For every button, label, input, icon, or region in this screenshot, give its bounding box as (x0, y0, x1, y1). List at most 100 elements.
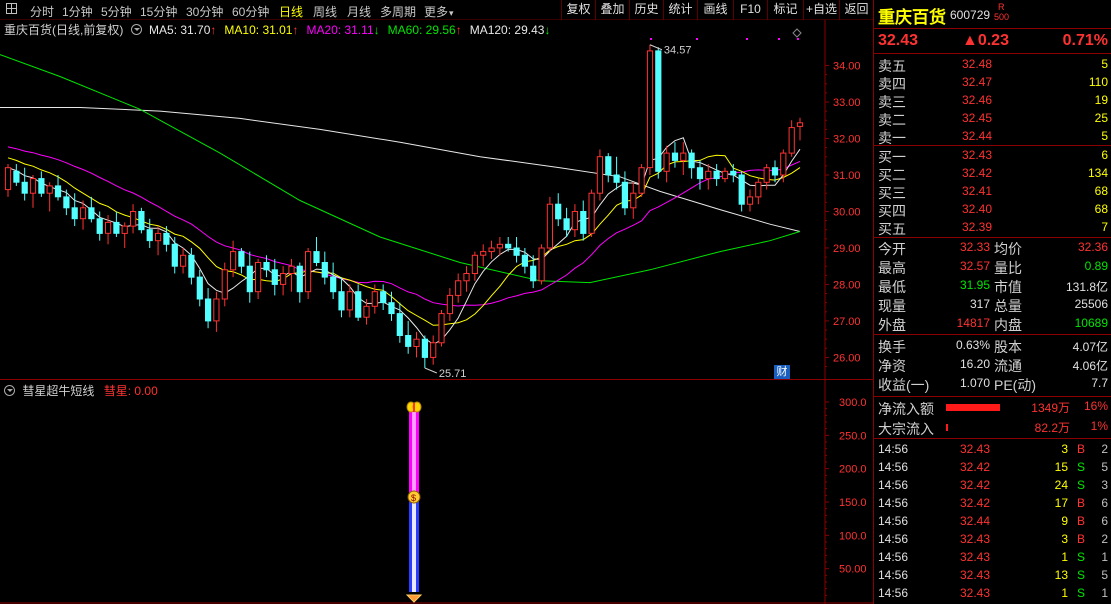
candle-body (330, 276, 337, 293)
candle (546, 196, 553, 252)
candle-body (180, 254, 187, 267)
period-tab-daily[interactable]: 日线 (279, 3, 303, 20)
ma-legend-ma60: MA60: 29.56↑ (387, 23, 462, 37)
candle-body (171, 243, 178, 267)
candle-body (621, 181, 628, 209)
order-book-sell-row: 卖一 32.44 5 (874, 128, 1111, 146)
candle-body (121, 225, 128, 234)
index-badge-bottom: 500 (994, 12, 1010, 22)
candle-body (780, 152, 787, 176)
adjust-button[interactable]: 复权 (561, 0, 595, 20)
ma-name: MA10 (224, 23, 256, 37)
f10-button[interactable]: F10 (733, 0, 767, 20)
order-book-volume: 5 (1101, 57, 1108, 71)
price-change: ▲0.23 (962, 32, 1009, 49)
stat-value: 25506 (1074, 297, 1108, 311)
indicator-chart[interactable]: 300.0 250.0 200.0 150.0 100.0 50.00 $ (0, 380, 873, 604)
tick-row: 14:56 32.44 9 B 6 (874, 513, 1111, 531)
block-inflow-value: 82.2万 (1034, 421, 1070, 435)
ma-value: 31.11 (344, 23, 374, 37)
tick-row: 14:56 32.43 1 S 1 (874, 585, 1111, 603)
y-tick-label: 29.00 (833, 243, 861, 255)
stat-label: 流通 (994, 358, 1022, 374)
candle-body (430, 342, 437, 358)
candle-body (155, 232, 162, 242)
ma-value: 31.70 (180, 23, 211, 37)
period-tab-5min[interactable]: 5分钟 (101, 3, 132, 20)
candle-body (263, 262, 270, 271)
indicator-dropdown-icon[interactable] (4, 385, 15, 396)
tick-side: B (1076, 496, 1085, 510)
ma-name: MA60 (387, 23, 419, 37)
candle-body (563, 218, 570, 231)
period-tab-multi[interactable]: 多周期 (380, 3, 416, 20)
candle-body (446, 294, 453, 315)
ma-arrow: ↑ (210, 23, 217, 37)
net-inflow-row: 净流入额 1349万 16% (874, 399, 1111, 417)
event-marker (696, 38, 698, 40)
ma-arrow: ↓ (373, 23, 380, 37)
stat-row: 净资 16.20 流通 4.06亿 (874, 356, 1111, 375)
history-button[interactable]: 历史 (629, 0, 663, 20)
draw-line-button[interactable]: 画线 (697, 0, 733, 20)
candle-body (96, 218, 103, 234)
butterfly-icon (406, 401, 422, 413)
tick-time: 14:56 (878, 550, 909, 564)
mark-button[interactable]: 标记 (767, 0, 803, 20)
candle-body (238, 251, 245, 267)
layout-grid-icon[interactable] (6, 3, 17, 14)
tick-volume: 3 (1061, 532, 1068, 546)
candlestick-chart[interactable]: 34.00 33.00 32.00 31.00 30.00 29.00 28.00 27.00… (0, 20, 873, 380)
stat-row: 外盘 14817 内盘 10689 (874, 315, 1111, 334)
ma-legend-ma20: MA20: 31.11↓ (306, 23, 380, 37)
stat-value: 16.20 (959, 357, 990, 371)
candle-body (4, 167, 12, 191)
candle-body (796, 122, 804, 127)
period-tab-monthly[interactable]: 月线 (347, 3, 371, 20)
order-book-volume: 68 (1094, 184, 1108, 198)
period-tab-60min[interactable]: 60分钟 (232, 3, 269, 20)
order-book-volume: 19 (1094, 93, 1108, 107)
overlay-button[interactable]: 叠加 (595, 0, 629, 20)
ma-legend-ma120: MA120: 29.43↓ (469, 23, 551, 37)
add-watchlist-button[interactable]: +自选 (803, 0, 839, 20)
ma-legend-ma10: MA10: 31.01↑ (224, 23, 299, 37)
stat-row: 现量 317 总量 25506 (874, 296, 1111, 315)
toolbar: 分时 1分钟 5分钟 15分钟 30分钟 60分钟 日线 周线 月线 多周期 更… (0, 0, 873, 20)
period-tab-1min[interactable]: 1分钟 (62, 3, 93, 20)
candle-body (513, 247, 520, 256)
stat-value: 14817 (956, 316, 990, 330)
candle (646, 44, 654, 175)
candle-body (421, 338, 428, 358)
financial-report-badge[interactable]: 财 (774, 365, 790, 379)
order-book-level-label: 卖三 (878, 94, 906, 110)
ind-tick-label: 50.00 (839, 564, 867, 576)
candle-body (655, 50, 662, 172)
dropdown-icon[interactable] (130, 24, 142, 35)
candle-body (271, 269, 278, 285)
statistics-button[interactable]: 统计 (663, 0, 697, 20)
tick-count: 6 (1101, 496, 1108, 510)
period-tab-intraday[interactable]: 分时 (30, 3, 54, 20)
svg-text:$: $ (411, 493, 416, 503)
order-book-level-label: 买一 (878, 149, 906, 165)
tick-row: 14:56 32.43 3 B 2 (874, 531, 1111, 549)
candle-body (663, 152, 670, 172)
stat-value: 31.95 (959, 278, 990, 292)
period-tab-15min[interactable]: 15分钟 (140, 3, 177, 20)
indicator-bg (0, 380, 873, 604)
y-tick-label: 27.00 (833, 316, 861, 328)
tick-time: 14:56 (878, 478, 909, 492)
candle-body (588, 192, 595, 234)
tick-volume: 13 (1054, 568, 1068, 582)
block-inflow-bar (946, 424, 949, 431)
period-tab-weekly[interactable]: 周线 (313, 3, 337, 20)
tick-time: 14:56 (878, 586, 909, 600)
candle-body (738, 174, 745, 205)
candle-body (496, 243, 503, 249)
tick-side: S (1076, 550, 1085, 564)
back-button[interactable]: 返回 (839, 0, 873, 20)
order-book-buy-row: 买四 32.40 68 (874, 201, 1111, 219)
period-tab-more[interactable]: 更多 (424, 3, 454, 20)
period-tab-30min[interactable]: 30分钟 (186, 3, 223, 20)
